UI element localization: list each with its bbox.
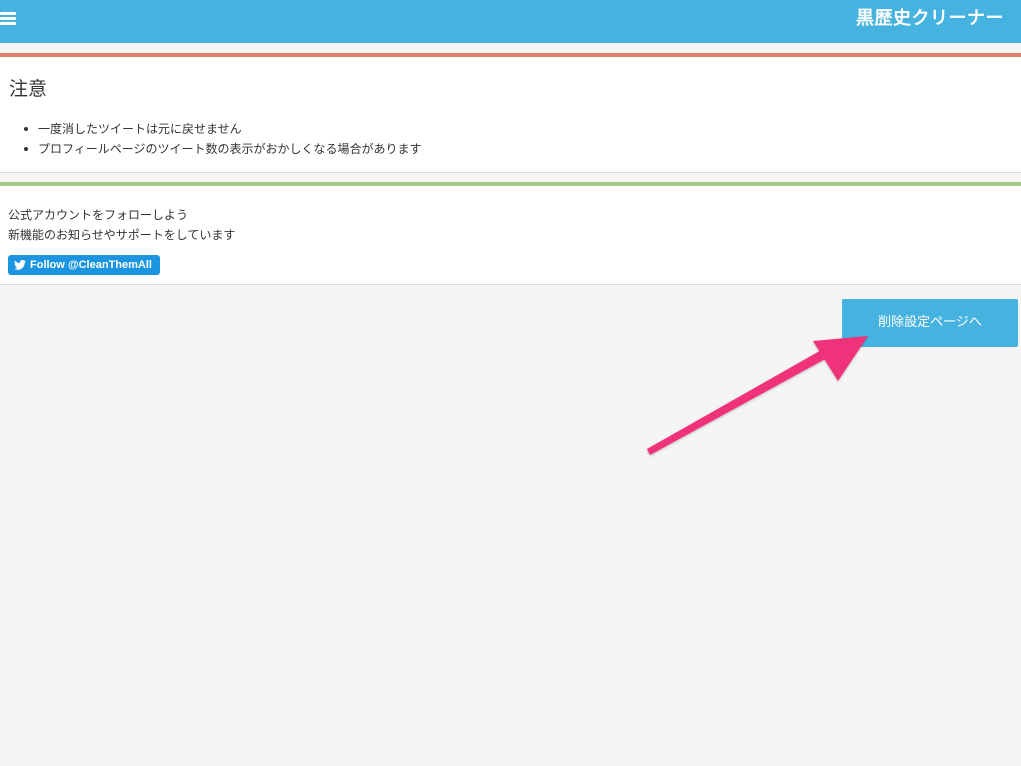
warning-list: 一度消したツイートは元に戻せません プロフィールページのツイート数の表示がおかし… xyxy=(24,119,422,159)
arrow-shaft xyxy=(647,344,838,455)
app-header: 黒歴史クリーナー xyxy=(0,0,1021,43)
follow-description: 新機能のお知らせやサポートをしています xyxy=(8,228,236,242)
warning-panel: 注意 一度消したツイートは元に戻せません プロフィールページのツイート数の表示が… xyxy=(0,53,1021,173)
twitter-bird-icon xyxy=(14,260,26,270)
hamburger-menu-icon[interactable] xyxy=(0,12,16,26)
warning-title: 注意 xyxy=(9,78,48,100)
twitter-follow-button[interactable]: Follow @CleanThemAll xyxy=(8,255,160,275)
follow-heading: 公式アカウントをフォローしよう xyxy=(8,208,189,222)
warning-item: プロフィールページのツイート数の表示がおかしくなる場合があります xyxy=(24,139,422,159)
warning-item-text: 一度消したツイートは元に戻せません xyxy=(38,122,242,136)
follow-panel: 公式アカウントをフォローしよう 新機能のお知らせやサポートをしています Foll… xyxy=(0,182,1021,285)
warning-item: 一度消したツイートは元に戻せません xyxy=(24,119,422,139)
app-title: 黒歴史クリーナー xyxy=(856,8,1004,29)
delete-settings-button[interactable]: 削除設定ページへ xyxy=(842,299,1018,347)
twitter-follow-label: Follow @CleanThemAll xyxy=(30,259,152,271)
bullet-icon xyxy=(24,147,28,151)
bullet-icon xyxy=(24,127,28,131)
warning-item-text: プロフィールページのツイート数の表示がおかしくなる場合があります xyxy=(38,142,422,156)
